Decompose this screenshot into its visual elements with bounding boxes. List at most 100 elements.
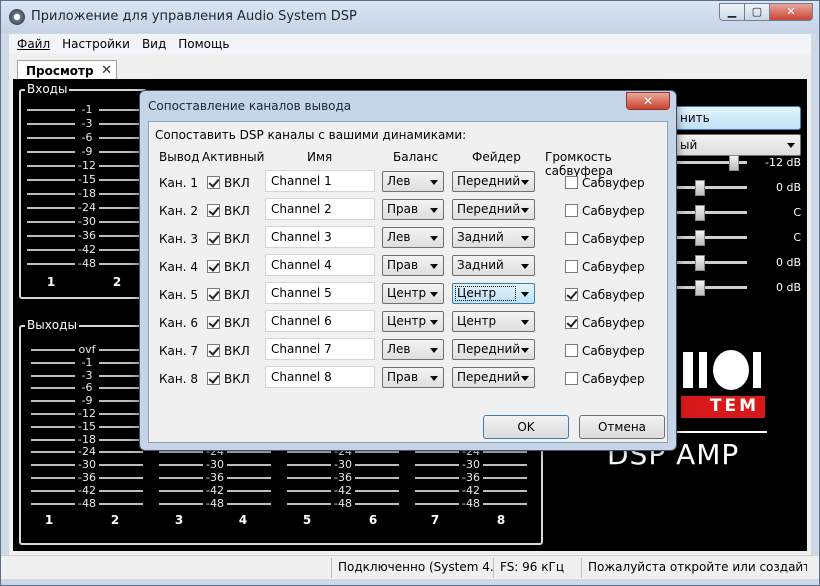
- close-window-button[interactable]: ✕: [769, 3, 813, 21]
- apply-button[interactable]: нить: [673, 106, 801, 130]
- meter-level-label: -48: [206, 496, 224, 510]
- subwoofer-label: Сабвуфер: [582, 372, 645, 386]
- channel-name-input[interactable]: Channel 7: [265, 338, 375, 360]
- fader-select[interactable]: Передний: [452, 171, 535, 192]
- slider-thumb[interactable]: [695, 180, 705, 196]
- fader-select[interactable]: Центр: [452, 283, 535, 304]
- fader-value: Задний: [457, 258, 504, 272]
- meter-tick-line: [227, 464, 271, 467]
- level-slider[interactable]: 0 dB: [677, 255, 803, 271]
- subwoofer-label: Сабвуфер: [582, 260, 645, 274]
- balance-select[interactable]: Центр: [382, 311, 444, 332]
- fader-select[interactable]: Передний: [452, 367, 535, 388]
- channel-label: Кан. 8: [159, 372, 198, 386]
- meter-tick-line: [415, 502, 459, 505]
- logo-red-banner: TEM: [681, 396, 765, 418]
- tab-close-icon[interactable]: ✕: [101, 63, 112, 78]
- subwoofer-checkbox[interactable]: [565, 344, 578, 357]
- channel-row: Кан. 5 ВКЛ Channel 5 Центр Центр Сабвуфер: [149, 279, 669, 307]
- fader-select[interactable]: Центр: [452, 311, 535, 332]
- meter-level-label: -1: [81, 355, 93, 369]
- meter-tick-line: [27, 179, 75, 181]
- channel-row: Кан. 6 ВКЛ Channel 6 Центр Центр Сабвуфер: [149, 307, 669, 335]
- subwoofer-checkbox[interactable]: [565, 288, 578, 301]
- slider-thumb[interactable]: [695, 230, 705, 246]
- maximize-button[interactable]: ▢: [744, 3, 770, 21]
- meter-tick-line: [483, 451, 527, 454]
- level-slider[interactable]: -12 dB: [677, 155, 803, 171]
- level-slider[interactable]: C: [677, 230, 803, 246]
- meter-tick-line: [31, 438, 75, 441]
- balance-select[interactable]: Лев: [382, 171, 444, 192]
- dialog-close-button[interactable]: ✕: [626, 92, 670, 110]
- cancel-button[interactable]: Отмена: [579, 415, 665, 439]
- active-checkbox[interactable]: [207, 372, 220, 385]
- slider-thumb[interactable]: [695, 205, 705, 221]
- active-checkbox[interactable]: [207, 232, 220, 245]
- active-checkbox[interactable]: [207, 260, 220, 273]
- channel-name-input[interactable]: Channel 2: [265, 198, 375, 220]
- balance-select[interactable]: Лев: [382, 227, 444, 248]
- meter-level-label: -30: [78, 215, 96, 228]
- inputs-meter: -1 -3 -6 -9 -12 -15 -18 -24 -30 -36 -42 -48 1 2: [21, 91, 147, 296]
- subwoofer-checkbox[interactable]: [565, 316, 578, 329]
- slider-thumb[interactable]: [695, 255, 705, 271]
- meter-level-label: -15: [78, 419, 96, 433]
- channel-name-input[interactable]: Channel 6: [265, 310, 375, 332]
- channel-label: Кан. 2: [159, 204, 198, 218]
- slider-thumb[interactable]: [695, 280, 705, 296]
- channel-name-input[interactable]: Channel 5: [265, 282, 375, 304]
- subwoofer-checkbox[interactable]: [565, 372, 578, 385]
- balance-select[interactable]: Прав: [382, 199, 444, 220]
- channel-name-input[interactable]: Channel 3: [265, 226, 375, 248]
- subwoofer-checkbox[interactable]: [565, 204, 578, 217]
- meter-tick-line: [99, 489, 143, 492]
- channel-name-input[interactable]: Channel 8: [265, 366, 375, 388]
- fader-value: Передний: [457, 174, 521, 188]
- menu-file[interactable]: Файл: [17, 37, 50, 51]
- balance-select[interactable]: Лев: [382, 339, 444, 360]
- channel-name-input[interactable]: Channel 4: [265, 254, 375, 276]
- fader-select[interactable]: Задний: [452, 227, 535, 248]
- channel-label: Кан. 3: [159, 232, 198, 246]
- balance-value: Прав: [387, 202, 419, 216]
- subwoofer-checkbox[interactable]: [565, 260, 578, 273]
- active-checkbox[interactable]: [207, 204, 220, 217]
- meter-tick-line: [31, 374, 75, 377]
- menu-settings[interactable]: Настройки: [62, 37, 130, 51]
- subwoofer-checkbox[interactable]: [565, 232, 578, 245]
- balance-value: Прав: [387, 370, 419, 384]
- balance-select[interactable]: Прав: [382, 255, 444, 276]
- meter-level-label: -42: [334, 483, 352, 497]
- level-slider[interactable]: 0 dB: [677, 280, 803, 296]
- slider-thumb[interactable]: [729, 155, 739, 171]
- slider-track: [677, 211, 747, 214]
- active-checkbox[interactable]: [207, 176, 220, 189]
- level-slider[interactable]: C: [677, 205, 803, 221]
- logo-banner-text: TEM: [709, 396, 759, 416]
- fader-select[interactable]: Передний: [452, 199, 535, 220]
- header-active: Активный: [202, 150, 265, 164]
- menu-view[interactable]: Вид: [142, 37, 166, 51]
- channel-label: Кан. 5: [159, 288, 198, 302]
- ok-button[interactable]: OK: [483, 415, 569, 439]
- subwoofer-checkbox[interactable]: [565, 176, 578, 189]
- balance-select[interactable]: Прав: [382, 367, 444, 388]
- channel-row: Кан. 8 ВКЛ Channel 8 Прав Передний Сабвуфер: [149, 363, 669, 391]
- menu-help[interactable]: Помощь: [178, 37, 229, 51]
- preset-dropdown[interactable]: ый: [673, 134, 801, 156]
- meter-level-label: -6: [81, 381, 93, 395]
- channel-row: Кан. 3 ВКЛ Channel 3 Лев Задний Сабвуфер: [149, 223, 669, 251]
- meter-tick-line: [287, 451, 331, 454]
- preset-dropdown-value: ый: [680, 138, 698, 152]
- balance-value: Лев: [387, 174, 411, 188]
- active-checkbox[interactable]: [207, 344, 220, 357]
- minimize-button[interactable]: ▁: [719, 3, 745, 21]
- fader-select[interactable]: Задний: [452, 255, 535, 276]
- level-slider[interactable]: 0 dB: [677, 180, 803, 196]
- channel-name-input[interactable]: Channel 1: [265, 170, 375, 192]
- balance-select[interactable]: Центр: [382, 283, 444, 304]
- active-checkbox[interactable]: [207, 288, 220, 301]
- active-checkbox[interactable]: [207, 316, 220, 329]
- fader-select[interactable]: Передний: [452, 339, 535, 360]
